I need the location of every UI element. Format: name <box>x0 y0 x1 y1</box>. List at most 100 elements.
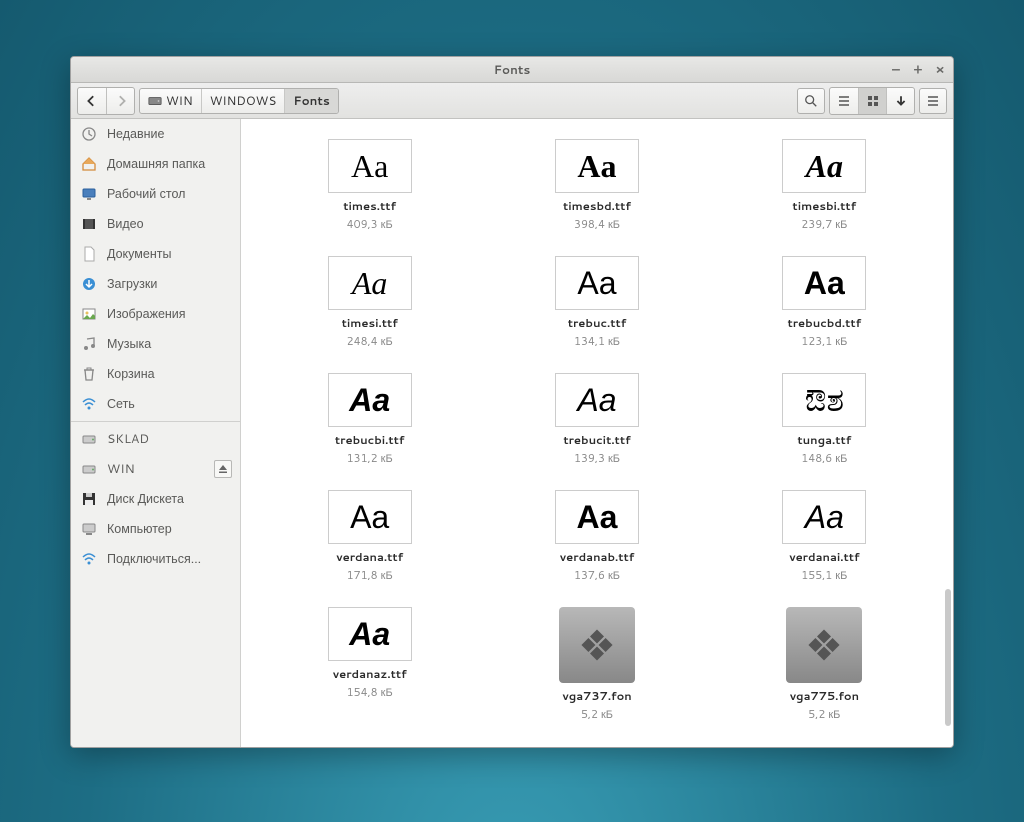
sidebar-item-label: Изображения <box>107 305 186 323</box>
hamburger-menu-button[interactable] <box>919 88 947 114</box>
file-item[interactable]: Aaverdanaz.ttf154,8 кБ <box>261 607 478 722</box>
grid-icon <box>866 94 880 108</box>
minimize-button[interactable]: – <box>889 63 903 77</box>
sidebar-item-drive[interactable]: WIN <box>71 454 240 484</box>
file-item[interactable]: Aatimesbd.ttf398,4 кБ <box>488 139 705 232</box>
scrollbar[interactable] <box>945 121 951 745</box>
file-thumbnail: Aa <box>328 607 412 661</box>
wifi-icon <box>81 551 97 567</box>
sidebar-item-pictures[interactable]: Изображения <box>71 299 240 329</box>
sidebar-item-label: Рабочий стол <box>107 185 185 203</box>
font-preview-text: Aa <box>349 618 390 650</box>
sidebar-item-label: Недавние <box>107 125 164 143</box>
sidebar-item-trash[interactable]: Корзина <box>71 359 240 389</box>
file-size: 409,3 кБ <box>347 216 393 232</box>
file-size: 134,1 кБ <box>574 333 620 349</box>
document-icon <box>81 246 97 262</box>
sidebar-item-desktop[interactable]: Рабочий стол <box>71 179 240 209</box>
file-name: trebucbd.ttf <box>787 314 861 331</box>
scrollbar-thumb[interactable] <box>945 589 951 726</box>
file-thumbnail: Aa <box>328 490 412 544</box>
toolbar: WIN WINDOWS Fonts <box>71 83 953 119</box>
desktop-icon <box>81 186 97 202</box>
content-area: Недавние Домашняя папка Рабочий стол Видео Д… <box>71 119 953 747</box>
file-grid-pane[interactable]: Aatimes.ttf409,3 кБAatimesbd.ttf398,4 кБ… <box>241 119 953 747</box>
file-size: 5,2 кБ <box>581 706 613 722</box>
sidebar-item-home[interactable]: Домашняя папка <box>71 149 240 179</box>
file-thumbnail: Aa <box>328 256 412 310</box>
back-arrow-icon <box>86 95 98 107</box>
file-thumbnail: Aa <box>782 139 866 193</box>
forward-button[interactable] <box>106 88 134 114</box>
sidebar-item-label: Домашняя папка <box>107 155 205 173</box>
list-view-button[interactable] <box>830 88 858 114</box>
file-thumbnail: Aa <box>555 490 639 544</box>
grid-view-button[interactable] <box>858 88 886 114</box>
file-thumbnail: Aa <box>328 373 412 427</box>
breadcrumb-seg-windows[interactable]: WINDOWS <box>202 89 286 113</box>
font-preview-text: Aa <box>577 384 616 416</box>
sidebar-item-download[interactable]: Загрузки <box>71 269 240 299</box>
file-item[interactable]: Aatrebuc.ttf134,1 кБ <box>488 256 705 349</box>
file-item[interactable]: vga775.fon5,2 кБ <box>716 607 933 722</box>
file-item[interactable]: Aatrebucbd.ttf123,1 кБ <box>716 256 933 349</box>
sidebar-item-music[interactable]: Музыка <box>71 329 240 359</box>
font-preview-text: Aa <box>806 150 843 182</box>
file-thumbnail <box>786 607 862 683</box>
breadcrumb-label: Fonts <box>293 92 330 109</box>
file-item[interactable]: Aatrebucit.ttf139,3 кБ <box>488 373 705 466</box>
file-name: timesbi.ttf <box>792 197 856 214</box>
file-size: 239,7 кБ <box>801 216 847 232</box>
fon-file-icon <box>575 623 619 667</box>
maximize-button[interactable]: + <box>911 63 925 77</box>
file-item[interactable]: Aaverdana.ttf171,8 кБ <box>261 490 478 583</box>
file-item[interactable]: Aa timesbi.ttf 239,7 кБ <box>716 139 933 232</box>
search-icon <box>804 94 818 108</box>
sidebar-item-wifi[interactable]: Сеть <box>71 389 240 419</box>
sidebar-item-floppy[interactable]: Диск Дискета <box>71 484 240 514</box>
font-preview-text: Aa <box>804 267 845 299</box>
sidebar-item-wifi[interactable]: Подключиться… <box>71 544 240 574</box>
eject-button[interactable] <box>214 460 232 478</box>
sidebar-item-label: Музыка <box>107 335 151 353</box>
titlebar[interactable]: Fonts – + × <box>71 57 953 83</box>
file-thumbnail: Aa <box>555 139 639 193</box>
list-icon <box>837 94 851 108</box>
file-manager-window: Fonts – + × WIN WINDOWS Fonts <box>70 56 954 748</box>
file-thumbnail: Aa <box>782 490 866 544</box>
file-item[interactable]: Aaverdanab.ttf137,6 кБ <box>488 490 705 583</box>
sidebar-item-clock[interactable]: Недавние <box>71 119 240 149</box>
file-size: 131,2 кБ <box>347 450 393 466</box>
view-options-button[interactable] <box>886 88 914 114</box>
sidebar-item-label: Документы <box>107 245 171 263</box>
back-button[interactable] <box>78 88 106 114</box>
sidebar-item-drive[interactable]: SKLAD <box>71 424 240 454</box>
file-item[interactable]: Aaverdanai.ttf155,1 кБ <box>716 490 933 583</box>
file-item[interactable]: Aatimes.ttf409,3 кБ <box>261 139 478 232</box>
drive-icon <box>148 94 162 108</box>
file-size: 154,8 кБ <box>347 684 393 700</box>
search-button[interactable] <box>797 88 825 114</box>
file-size: 5,2 кБ <box>808 706 840 722</box>
file-item[interactable]: vga737.fon5,2 кБ <box>488 607 705 722</box>
file-item[interactable]: ಔಶtunga.ttf148,6 кБ <box>716 373 933 466</box>
font-preview-text: Aa <box>349 384 390 416</box>
computer-icon <box>81 521 97 537</box>
file-thumbnail: Aa <box>555 256 639 310</box>
trash-icon <box>81 366 97 382</box>
breadcrumb-seg-fonts[interactable]: Fonts <box>285 89 338 113</box>
file-name: trebucbi.ttf <box>335 431 405 448</box>
font-preview-text: Aa <box>577 150 616 182</box>
close-button[interactable]: × <box>933 63 947 77</box>
file-thumbnail: Aa <box>555 373 639 427</box>
file-item[interactable]: Aa trebucbi.ttf 131,2 кБ <box>261 373 478 466</box>
breadcrumb-seg-win[interactable]: WIN <box>140 89 202 113</box>
font-preview-text: ಔಶ <box>805 384 844 416</box>
sidebar-item-computer[interactable]: Компьютер <box>71 514 240 544</box>
file-thumbnail <box>559 607 635 683</box>
file-item[interactable]: Aatimesi.ttf248,4 кБ <box>261 256 478 349</box>
sidebar-item-video[interactable]: Видео <box>71 209 240 239</box>
drive-icon <box>81 461 97 477</box>
sidebar-item-document[interactable]: Документы <box>71 239 240 269</box>
file-name: tunga.ttf <box>797 431 851 448</box>
